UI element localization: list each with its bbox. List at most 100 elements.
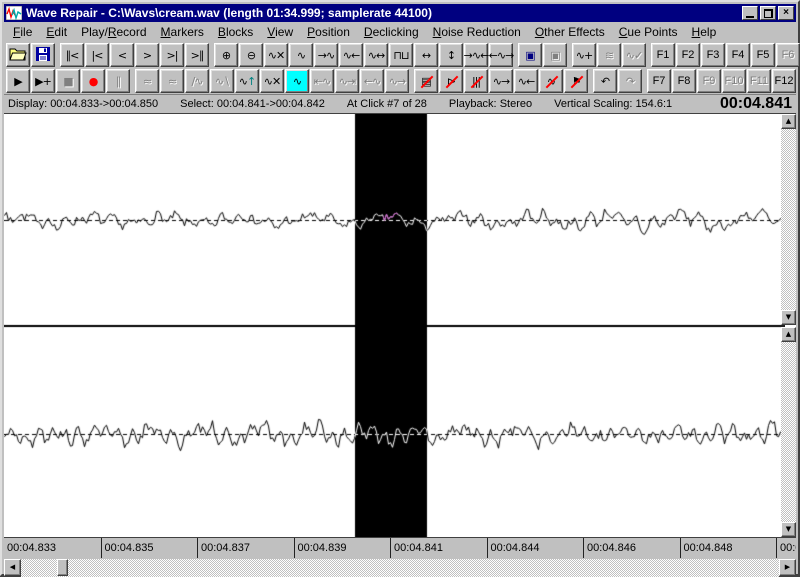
right-channel-vertical-scrollbar[interactable]: ▲ ▼ bbox=[781, 327, 796, 537]
menu-item-edit[interactable]: Edit bbox=[39, 23, 74, 41]
f7-button[interactable]: F7 bbox=[647, 69, 671, 93]
move-right-button: ∿→ bbox=[385, 69, 409, 93]
red-slash-icon bbox=[571, 76, 584, 89]
scroll-down-icon[interactable]: ▼ bbox=[781, 522, 796, 537]
copy-to-clipboard-button[interactable]: ▣ bbox=[518, 43, 542, 67]
f2-button[interactable]: F2 bbox=[676, 43, 700, 67]
repair-click-button[interactable]: ∿ bbox=[539, 69, 563, 93]
goto-end-button[interactable]: >∥ bbox=[185, 43, 209, 67]
f8-button[interactable]: F8 bbox=[672, 69, 696, 93]
minimize-button[interactable] bbox=[742, 6, 758, 20]
menu-item-other-effects[interactable]: Other Effects bbox=[528, 23, 612, 41]
app-logo-icon bbox=[6, 6, 22, 20]
interpolate-wave-icon: ≈ bbox=[168, 76, 176, 87]
open-file-button[interactable] bbox=[6, 43, 30, 67]
select-range-field: Select: 00:04.841->00:04.842 bbox=[180, 98, 325, 110]
view-wave-button[interactable]: ∿ bbox=[289, 43, 313, 67]
sample-display-button[interactable]: ⊓⊔ bbox=[389, 43, 413, 67]
delete-click-button[interactable]: ▤ bbox=[414, 69, 438, 93]
squeeze-wave-button[interactable]: →∿← bbox=[464, 43, 488, 67]
menu-item-file[interactable]: File bbox=[6, 23, 39, 41]
slope-up-button: ∕∿ bbox=[185, 69, 209, 93]
close-button[interactable]: × bbox=[778, 6, 794, 20]
menu-item-position[interactable]: Position bbox=[300, 23, 357, 41]
goto-start-button[interactable]: ∥< bbox=[60, 43, 84, 67]
window-controls: × bbox=[742, 6, 794, 20]
copy-right-button: ∿⇥ bbox=[335, 69, 359, 93]
shift-view-left-button[interactable]: →∿ bbox=[314, 43, 338, 67]
vertical-extent-button[interactable]: ↕ bbox=[439, 43, 463, 67]
insert-wave-button[interactable]: ∿+ bbox=[572, 43, 596, 67]
f4-button[interactable]: F4 bbox=[726, 43, 750, 67]
menu-item-view[interactable]: View bbox=[260, 23, 300, 41]
f11-button: F11 bbox=[747, 69, 771, 93]
f1-icon: F1 bbox=[657, 50, 670, 61]
menu-item-play-record[interactable]: Play/Record bbox=[74, 23, 153, 41]
status-bar: Display: 00:04.833->00:04.850 Select: 00… bbox=[4, 94, 796, 114]
menu-item-declicking[interactable]: Declicking bbox=[357, 23, 426, 41]
stretch-wave-button[interactable]: ←∿→ bbox=[489, 43, 513, 67]
menu-item-blocks[interactable]: Blocks bbox=[211, 23, 260, 41]
fit-width-button[interactable]: ∿↔ bbox=[364, 43, 388, 67]
scroll-right-icon[interactable]: ▶ bbox=[779, 559, 796, 576]
menu-item-help[interactable]: Help bbox=[685, 23, 724, 41]
f1-button[interactable]: F1 bbox=[651, 43, 675, 67]
unflag-click-button[interactable]: ⚑ bbox=[564, 69, 588, 93]
next-marker-icon: >| bbox=[167, 50, 178, 61]
copy-left-button: ⇤∿ bbox=[310, 69, 334, 93]
move-left-button: ←∿ bbox=[360, 69, 384, 93]
record-button[interactable]: ● bbox=[81, 69, 105, 93]
scroll-up-icon[interactable]: ▲ bbox=[781, 327, 796, 342]
clear-clicks-button[interactable]: ||| bbox=[464, 69, 488, 93]
goto-next-click-button[interactable]: ∿→ bbox=[489, 69, 513, 93]
select-range-label: Select: bbox=[180, 98, 214, 110]
highlight-wave-button[interactable]: ∿ bbox=[285, 69, 309, 93]
time-axis-label: 00:04.837 bbox=[197, 538, 294, 558]
play-append-button[interactable]: ▶+ bbox=[31, 69, 55, 93]
menu-item-markers[interactable]: Markers bbox=[154, 23, 211, 41]
left-channel-scrollbar-track[interactable] bbox=[781, 129, 796, 310]
f3-button[interactable]: F3 bbox=[701, 43, 725, 67]
prev-marker-button[interactable]: |< bbox=[85, 43, 109, 67]
menu-item-noise-reduction[interactable]: Noise Reduction bbox=[426, 23, 528, 41]
horizontal-scrollbar-thumb[interactable] bbox=[57, 559, 68, 576]
f5-button[interactable]: F5 bbox=[751, 43, 775, 67]
goto-prev-click-button[interactable]: ∿← bbox=[514, 69, 538, 93]
horizontal-scrollbar[interactable]: ◀ ▶ bbox=[4, 559, 796, 577]
horizontal-scrollbar-track[interactable] bbox=[21, 559, 779, 577]
move-left-icon: ←∿ bbox=[364, 76, 380, 87]
save-file-button[interactable] bbox=[31, 43, 55, 67]
time-axis-label: 00:04.839 bbox=[294, 538, 391, 558]
scroll-left-icon[interactable]: ◀ bbox=[4, 559, 21, 576]
zoom-in-button[interactable]: ⊕ bbox=[214, 43, 238, 67]
zoom-out-button[interactable]: ⊖ bbox=[239, 43, 263, 67]
menu-item-cue-points[interactable]: Cue Points bbox=[612, 23, 685, 41]
right-channel-scrollbar-track[interactable] bbox=[781, 342, 796, 522]
scroll-up-icon[interactable]: ▲ bbox=[781, 114, 796, 129]
undo-button[interactable]: ↶ bbox=[593, 69, 617, 93]
highlight-wave-icon: ∿ bbox=[293, 76, 301, 87]
f12-button[interactable]: F12 bbox=[772, 69, 796, 93]
stop-icon: ■ bbox=[63, 76, 72, 87]
step-forward-button[interactable]: > bbox=[135, 43, 159, 67]
left-channel-vertical-scrollbar[interactable]: ▲ ▼ bbox=[781, 114, 796, 325]
step-back-button[interactable]: < bbox=[110, 43, 134, 67]
sample-display-icon: ⊓⊔ bbox=[393, 50, 408, 61]
record-icon: ● bbox=[89, 76, 98, 87]
restore-button[interactable] bbox=[760, 6, 776, 20]
next-marker-button[interactable]: >| bbox=[160, 43, 184, 67]
shift-view-right-button[interactable]: ∿← bbox=[339, 43, 363, 67]
mark-click-button[interactable]: ∿✕ bbox=[260, 69, 284, 93]
zoom-selection-icon: ∿✕ bbox=[268, 50, 284, 61]
play-button[interactable]: ▶ bbox=[6, 69, 30, 93]
display-range-label: Display: bbox=[8, 98, 47, 110]
zoom-selection-button[interactable]: ∿✕ bbox=[264, 43, 288, 67]
f9-icon: F9 bbox=[703, 76, 716, 87]
horizontal-extent-button[interactable]: ↔ bbox=[414, 43, 438, 67]
scroll-down-icon[interactable]: ▼ bbox=[781, 310, 796, 325]
floppy-icon bbox=[36, 47, 50, 63]
boost-selection-button[interactable]: ∿↑ bbox=[235, 69, 259, 93]
f10-icon: F10 bbox=[725, 76, 744, 87]
audition-click-button[interactable]: ⊳ bbox=[439, 69, 463, 93]
stereo-waveform-canvas[interactable] bbox=[4, 114, 785, 537]
